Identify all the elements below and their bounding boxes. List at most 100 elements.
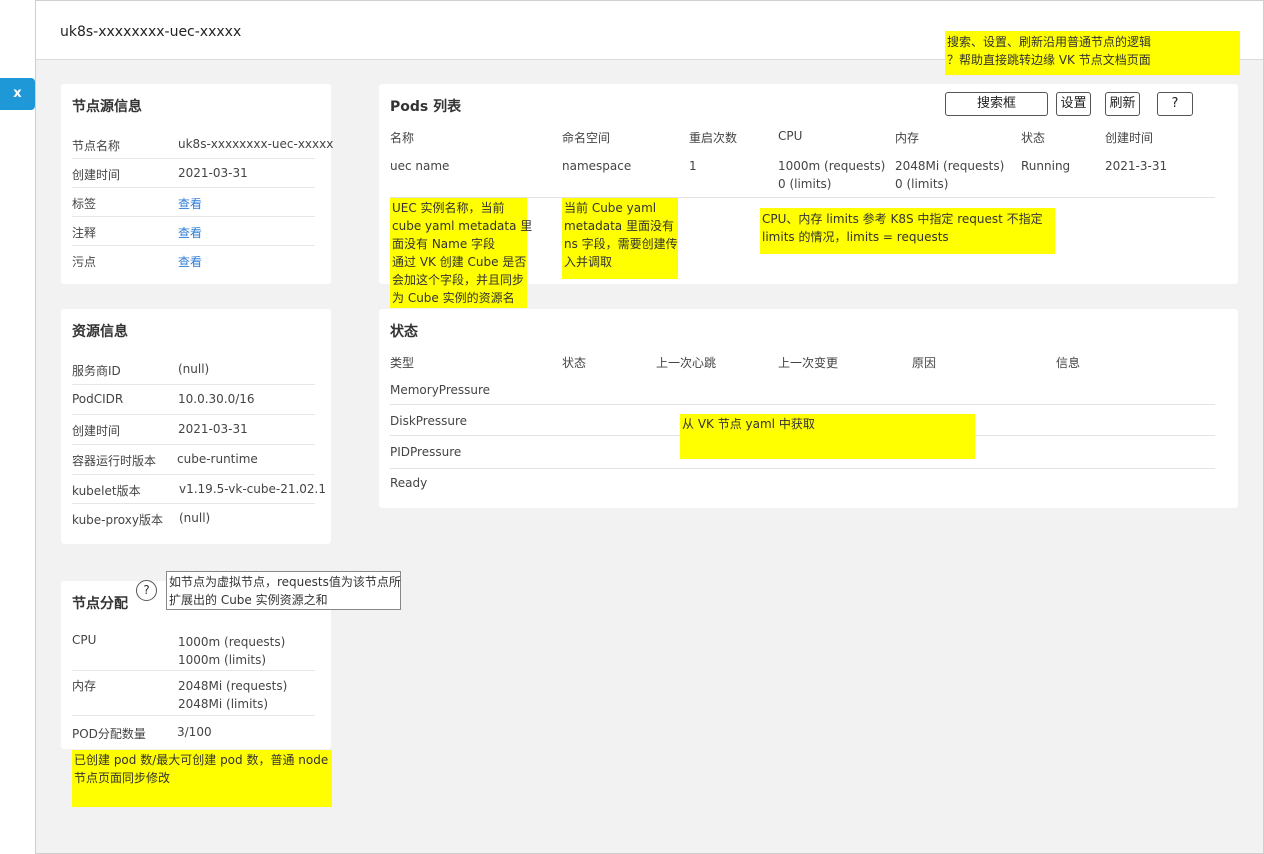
col-header-created: 创建时间 <box>1105 131 1154 145</box>
pod-status: Running <box>1021 159 1071 173</box>
kv-row-runtime: 容器运行时版本 cube-runtime <box>72 445 315 475</box>
kv-row-provider-id: 服务商ID (null) <box>72 355 315 385</box>
kv-row-annotations: 注释 查看 <box>72 217 315 246</box>
alloc-row-cpu: CPU 1000m (requests) 1000m (limits) <box>72 627 315 671</box>
settings-button[interactable]: 设置 <box>1056 92 1091 116</box>
view-labels-link[interactable]: 查看 <box>178 195 202 212</box>
kv-key: POD分配数量 <box>72 727 146 741</box>
note-line: 已创建 pod 数/最大可创建 pod 数，普通 node <box>74 753 329 767</box>
note-vk-yaml: 从 VK 节点 yaml 中获取 <box>680 414 975 459</box>
note-line: 入并调取 <box>564 255 613 269</box>
col-header-restarts: 重启次数 <box>689 131 738 145</box>
kv-value: 2021-03-31 <box>178 422 248 436</box>
pod-cpu: 1000m (requests) 0 (limits) <box>778 157 885 193</box>
kv-key: kube-proxy版本 <box>72 513 163 527</box>
node-source-title: 节点源信息 <box>72 99 142 115</box>
kv-row-created: 创建时间 2021-03-31 <box>72 415 315 445</box>
help-button[interactable]: ? <box>1157 92 1193 116</box>
kv-value: v1.19.5-vk-cube-21.02.1 <box>179 482 326 496</box>
note-pod-count: 已创建 pod 数/最大可创建 pod 数，普通 node 节点页面同步修改 <box>72 750 332 807</box>
kv-key: 污点 <box>72 255 97 269</box>
condition-disk-pressure: DiskPressure <box>390 414 468 428</box>
col-header-status: 状态 <box>1021 131 1046 145</box>
note-line: 当前 Cube yaml <box>564 201 657 215</box>
pod-created: 2021-3-31 <box>1105 159 1168 173</box>
col-header-last-transition: 上一次变更 <box>778 356 839 370</box>
tooltip-line: 如节点为虚拟节点，requests值为该节点所 <box>169 575 401 589</box>
row-divider <box>390 404 1215 405</box>
note-line: 通过 VK 创建 Cube 是否 <box>392 255 527 269</box>
kv-row-podcidr: PodCIDR 10.0.30.0/16 <box>72 385 315 415</box>
note-toolbar: 搜索、设置、刷新沿用普通节点的逻辑 ？帮助直接跳转边缘 VK 节点文档页面 <box>945 31 1240 75</box>
condition-memory-pressure: MemoryPressure <box>390 383 491 397</box>
close-button[interactable]: x <box>0 78 35 110</box>
view-taints-link[interactable]: 查看 <box>178 253 202 270</box>
kv-key: 服务商ID <box>72 364 121 378</box>
note-limits: CPU、内存 limits 参考 K8S 中指定 request 不指定 lim… <box>760 208 1055 254</box>
row-divider <box>390 468 1215 469</box>
condition-ready: Ready <box>390 476 428 490</box>
note-line: 为 Cube 实例的资源名 <box>392 291 515 305</box>
kv-row-created: 创建时间 2021-03-31 <box>72 159 315 188</box>
col-header-message: 信息 <box>1056 356 1081 370</box>
pod-name: uec name <box>390 159 450 173</box>
pod-cpu-limits: 0 (limits) <box>778 177 832 191</box>
mem-requests: 2048Mi (requests) <box>178 679 288 693</box>
kv-row-kubelet: kubelet版本 v1.19.5-vk-cube-21.02.1 <box>72 475 326 504</box>
kv-value: (null) <box>178 362 210 376</box>
mem-alloc-value: 2048Mi (requests) 2048Mi (limits) <box>178 677 287 713</box>
kv-row-node-name: 节点名称 uk8s-xxxxxxxx-uec-xxxxx <box>72 130 333 159</box>
search-button[interactable]: 搜索框 <box>945 92 1048 116</box>
note-line: UEC 实例名称，当前 <box>392 201 505 215</box>
col-header-namespace: 命名空间 <box>562 131 611 145</box>
kv-key: 创建时间 <box>72 168 121 182</box>
kv-key: 节点名称 <box>72 139 121 153</box>
kv-key: kubelet版本 <box>72 484 141 498</box>
note-line: 从 VK 节点 yaml 中获取 <box>682 417 815 431</box>
pod-count-value: 3/100 <box>177 725 212 739</box>
col-header-memory: 内存 <box>895 131 920 145</box>
col-header-type: 类型 <box>390 356 415 370</box>
resource-info-card: 资源信息 服务商ID (null) PodCIDR 10.0.30.0/16 创… <box>61 309 331 544</box>
kv-value: (null) <box>179 511 211 525</box>
note-line: metadata 里面没有 <box>564 219 674 233</box>
mem-limits: 2048Mi (limits) <box>178 697 269 711</box>
refresh-button[interactable]: 刷新 <box>1105 92 1140 116</box>
alloc-row-memory: 内存 2048Mi (requests) 2048Mi (limits) <box>72 671 315 716</box>
note-line: CPU、内存 limits 参考 K8S 中指定 request 不指定 <box>762 212 1043 226</box>
status-title: 状态 <box>390 324 418 340</box>
note-line: 会加这个字段，并且同步 <box>392 273 525 287</box>
node-source-card: 节点源信息 节点名称 uk8s-xxxxxxxx-uec-xxxxx 创建时间 … <box>61 84 333 284</box>
pod-cpu-requests: 1000m (requests) <box>778 159 886 173</box>
allocation-help-icon[interactable]: ? <box>136 580 157 601</box>
cpu-alloc-value: 1000m (requests) 1000m (limits) <box>178 633 285 669</box>
node-name-value: uk8s-xxxxxxxx-uec-xxxxx <box>178 137 334 151</box>
note-line: cube yaml metadata 里 <box>392 219 533 233</box>
note-line: ？帮助直接跳转边缘 VK 节点文档页面 <box>947 53 1151 67</box>
kv-key: CPU <box>72 633 97 647</box>
kv-value: cube-runtime <box>177 452 258 466</box>
view-annotations-link[interactable]: 查看 <box>178 224 202 241</box>
kv-key: PodCIDR <box>72 392 124 406</box>
col-header-reason: 原因 <box>912 356 937 370</box>
kv-key: 创建时间 <box>72 424 121 438</box>
col-header-status: 状态 <box>562 356 587 370</box>
cpu-limits: 1000m (limits) <box>178 653 267 667</box>
kv-row-taints: 污点 查看 <box>72 246 315 275</box>
kv-key: 注释 <box>72 226 97 240</box>
kv-row-kube-proxy: kube-proxy版本 (null) <box>72 504 315 534</box>
pod-mem-limits: 0 (limits) <box>895 177 949 191</box>
pod-restarts: 1 <box>689 159 697 173</box>
status-card: 状态 类型 状态 上一次心跳 上一次变更 原因 信息 MemoryPressur… <box>379 309 1238 508</box>
col-header-name: 名称 <box>390 131 415 145</box>
pod-namespace: namespace <box>562 159 632 173</box>
allocation-tooltip: 如节点为虚拟节点，requests值为该节点所 扩展出的 Cube 实例资源之和 <box>166 571 401 610</box>
condition-pid-pressure: PIDPressure <box>390 445 462 459</box>
page-title: uk8s-xxxxxxxx-uec-xxxxx <box>60 24 242 40</box>
note-uec-name: UEC 实例名称，当前 cube yaml metadata 里 面没有 Nam… <box>390 198 533 308</box>
note-line: ns 字段，需要创建传 <box>564 237 678 251</box>
note-line: limits 的情况，limits = requests <box>762 230 949 244</box>
alloc-row-pods: POD分配数量 3/100 <box>72 716 315 746</box>
note-namespace: 当前 Cube yaml metadata 里面没有 ns 字段，需要创建传 入… <box>562 198 678 279</box>
pod-memory: 2048Mi (requests) 0 (limits) <box>895 157 1004 193</box>
